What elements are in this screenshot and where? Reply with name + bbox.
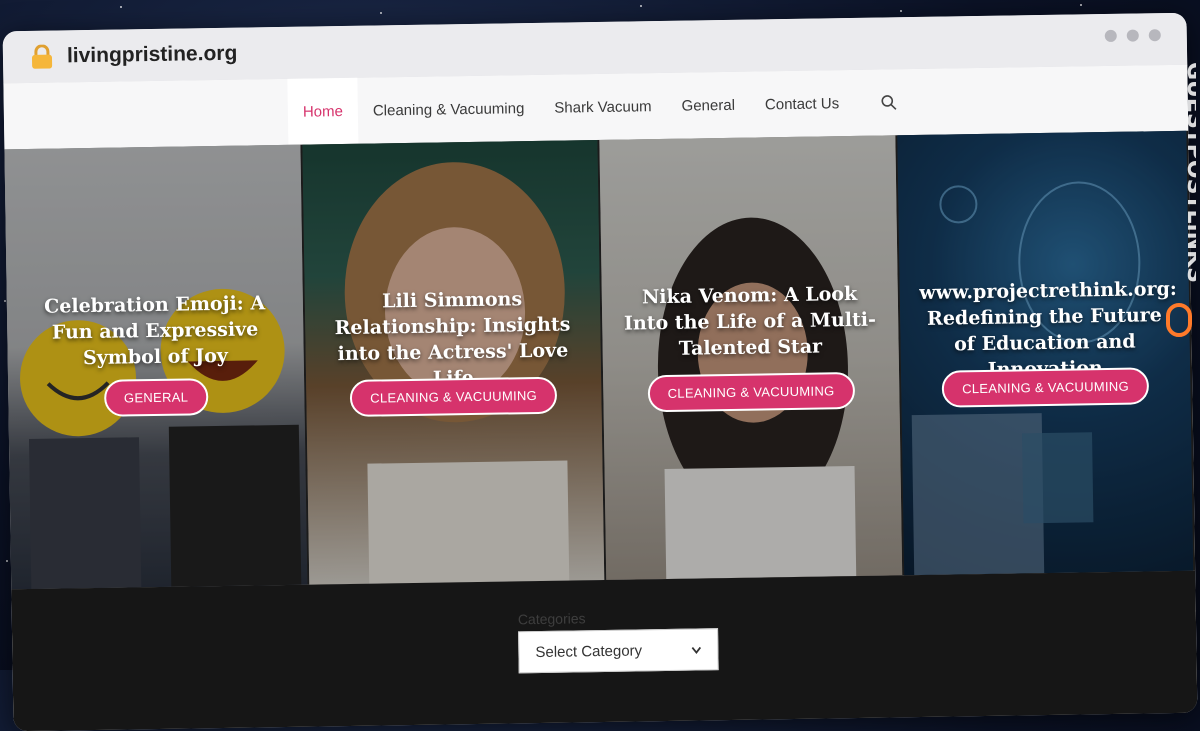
post-card[interactable]: Nika Venom: A Look Into the Life of a Mu… [599, 135, 902, 580]
category-badge[interactable]: CLEANING & VACUUMING [941, 367, 1150, 408]
categories-label: Categories [517, 610, 586, 628]
post-title[interactable]: Celebration Emoji: A Fun and Expressive … [27, 290, 284, 372]
sidebar-section: Categories Select Category [11, 570, 1198, 731]
category-badge[interactable]: CLEANING & VACUUMING [647, 372, 855, 413]
category-badge[interactable]: GENERAL [103, 378, 209, 417]
main-nav: Home Cleaning & Vacuuming Shark Vacuum G… [287, 69, 924, 145]
svg-text:GUESTPOSTLINKS: GUESTPOSTLINKS [1182, 62, 1196, 283]
watermark-logo: GUESTPOSTLINKS [1162, 60, 1200, 360]
nav-shark-vacuum[interactable]: Shark Vacuum [539, 73, 667, 141]
lock-icon [31, 44, 53, 69]
category-select[interactable]: Select Category [518, 628, 719, 674]
featured-posts: Celebration Emoji: A Fun and Expressive … [4, 130, 1196, 590]
window-controls [1104, 29, 1161, 43]
search-icon[interactable] [854, 69, 925, 136]
nav-general[interactable]: General [666, 72, 750, 139]
post-card[interactable]: www.projectrethink.org: Redefining the F… [896, 130, 1194, 576]
category-badge[interactable]: CLEANING & VACUUMING [349, 376, 558, 417]
chevron-down-icon [691, 641, 702, 658]
window-dot[interactable] [1126, 29, 1139, 42]
nav-home[interactable]: Home [287, 77, 359, 145]
post-card[interactable]: Lili Simmons Relationship: Insights into… [301, 140, 605, 585]
nav-cleaning-vacuuming[interactable]: Cleaning & Vacuuming [357, 75, 539, 144]
window-dot[interactable] [1148, 29, 1161, 42]
post-title[interactable]: Nika Venom: A Look Into the Life of a Mu… [622, 281, 879, 363]
category-select-value: Select Category [535, 641, 643, 661]
url-text[interactable]: livingpristine.org [67, 42, 238, 69]
window-dot[interactable] [1104, 29, 1117, 43]
nav-contact-us[interactable]: Contact Us [749, 70, 854, 138]
post-card[interactable]: Celebration Emoji: A Fun and Expressive … [4, 144, 307, 590]
browser-window: livingpristine.org Home Cleaning & Vacuu… [2, 12, 1198, 731]
